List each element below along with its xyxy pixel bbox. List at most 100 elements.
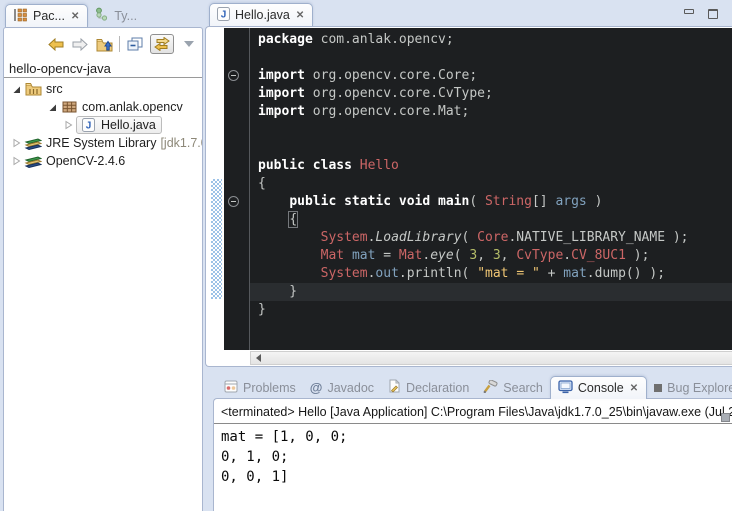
tree-item-label: com.anlak.opencv [82,100,183,114]
tree-item-decoration: [jdk1.7.0 [160,136,202,150]
tree-item-opencv-library[interactable]: OpenCV-2.4.6 [4,152,202,170]
back-arrow-icon[interactable] [47,35,65,53]
declaration-icon [388,379,401,396]
code-text-area[interactable]: package com.anlak.opencv; import org.ope… [250,28,732,350]
eclipse-workbench: Pac... ✕ Ty... [0,0,732,511]
view-menu-icon[interactable] [180,35,198,53]
tree-item-label: JRE System Library [46,136,156,150]
library-icon [24,155,42,168]
code-line[interactable]: { [258,175,732,193]
tab-label: Problems [243,381,296,395]
project-separator [4,77,202,78]
console-output-line: 0, 1, 0; [221,447,732,467]
console-view: <terminated> Hello [Java Application] C:… [213,398,732,511]
package-icon [60,101,78,113]
search-icon [483,380,498,396]
collapsed-arrow-icon[interactable] [10,156,22,166]
code-line[interactable] [258,49,732,67]
collapse-all-icon[interactable] [126,35,144,53]
console-icon [558,380,573,397]
tab-label: Ty... [114,9,137,23]
console-output-line: 0, 0, 1] [221,467,732,487]
tab-label: Hello.java [235,8,290,22]
folder-up-icon[interactable] [95,35,113,53]
code-line[interactable] [258,121,732,139]
package-explorer-toolbar [47,32,198,56]
tab-hello-java[interactable]: J Hello.java ✕ [209,3,313,26]
tab-console[interactable]: Console ✕ [550,376,647,399]
code-line[interactable]: } [250,283,732,301]
folding-ruler[interactable] [224,28,250,350]
editor-body: package com.anlak.opencv; import org.ope… [210,28,732,350]
code-line[interactable]: package com.anlak.opencv; [258,31,732,49]
left-view-tabbar: Pac... ✕ Ty... [5,3,144,27]
fold-collapse-icon[interactable] [228,196,239,207]
tab-package-explorer[interactable]: Pac... ✕ [5,4,88,27]
link-with-editor-icon[interactable] [150,34,174,54]
code-line[interactable]: System.LoadLibrary( Core.NATIVE_LIBRARY_… [258,229,732,247]
java-file-icon: J [217,7,230,24]
svg-text:J: J [221,9,227,20]
problems-icon [224,380,238,396]
collapsed-arrow-icon[interactable] [62,120,74,130]
tree-item-label: src [46,82,63,96]
svg-text:J: J [85,121,91,132]
code-line[interactable]: public static void main( String[] args ) [258,193,732,211]
tab-javadoc[interactable]: @ Javadoc [303,376,381,399]
forward-arrow-icon[interactable] [71,35,89,53]
expanded-arrow-icon[interactable] [10,85,22,94]
view-window-buttons [684,9,718,19]
expanded-arrow-icon[interactable] [46,103,58,112]
project-name[interactable]: hello-opencv-java [9,61,111,76]
tree-item-hello-java[interactable]: J Hello.java [4,116,202,134]
close-icon[interactable]: ✕ [295,10,305,21]
tab-search[interactable]: Search [476,376,550,399]
tree-item-src[interactable]: src [4,80,202,98]
tab-label: Bug Explorer [667,381,732,395]
fold-collapse-icon[interactable] [228,70,239,81]
code-line[interactable]: import org.opencv.core.Core; [258,67,732,85]
tab-bug-explorer[interactable]: Bug Explorer [647,376,732,399]
java-editor: package com.anlak.opencv; import org.ope… [205,26,732,367]
code-line[interactable]: { [258,211,732,229]
tree-item-label: Hello.java [101,118,156,132]
plugin-square-icon [654,384,662,392]
tab-type-hierarchy[interactable]: Ty... [88,4,144,27]
tab-declaration[interactable]: Declaration [381,376,476,399]
code-line[interactable]: public class Hello [258,157,732,175]
tab-label: Console [578,381,624,395]
code-line[interactable]: } [258,301,732,319]
range-indicator [211,179,222,299]
annotation-ruler[interactable] [210,28,224,350]
tab-problems[interactable]: Problems [217,376,303,399]
code-line[interactable]: import org.opencv.core.Mat; [258,103,732,121]
close-icon[interactable]: ✕ [629,383,639,394]
javadoc-icon: @ [310,380,323,395]
code-line[interactable]: System.out.println( "mat = " + mat.dump(… [258,265,732,283]
close-icon[interactable]: ✕ [70,11,80,22]
tree-item-package[interactable]: com.anlak.opencv [4,98,202,116]
tab-label: Pac... [33,9,65,23]
toolbar-separator [119,36,120,52]
package-explorer-view: hello-opencv-java src com.anlak.opencv [3,27,203,511]
tab-label: Declaration [406,381,469,395]
tree-item-label: OpenCV-2.4.6 [46,154,125,168]
project-tree: src com.anlak.opencv J Hello.java [4,80,202,511]
code-line[interactable]: Mat mat = Mat.eye( 3, 3, CvType.CV_8UC1 … [258,247,732,265]
minimize-icon[interactable] [684,9,694,14]
code-line[interactable] [258,139,732,157]
editor-horizontal-scrollbar[interactable] [250,351,732,365]
console-toolbar-icon[interactable] [721,413,730,422]
console-output-line: mat = [1, 0, 0; [221,427,732,447]
collapsed-arrow-icon[interactable] [10,138,22,148]
scroll-left-arrow-icon[interactable] [256,354,261,362]
console-process-label: <terminated> Hello [Java Application] C:… [214,399,732,424]
bottom-view-tabbar: Problems @ Javadoc Declaration Search Co… [217,375,732,399]
tree-item-jre-library[interactable]: JRE System Library [jdk1.7.0 [4,134,202,152]
maximize-icon[interactable] [708,9,718,19]
source-folder-icon [24,82,42,96]
code-line[interactable]: import org.opencv.core.CvType; [258,85,732,103]
console-output[interactable]: mat = [1, 0, 0; 0, 1, 0; 0, 0, 1] [214,424,732,487]
editor-tabbar: J Hello.java ✕ [209,2,313,26]
java-file-icon: J [79,118,97,132]
